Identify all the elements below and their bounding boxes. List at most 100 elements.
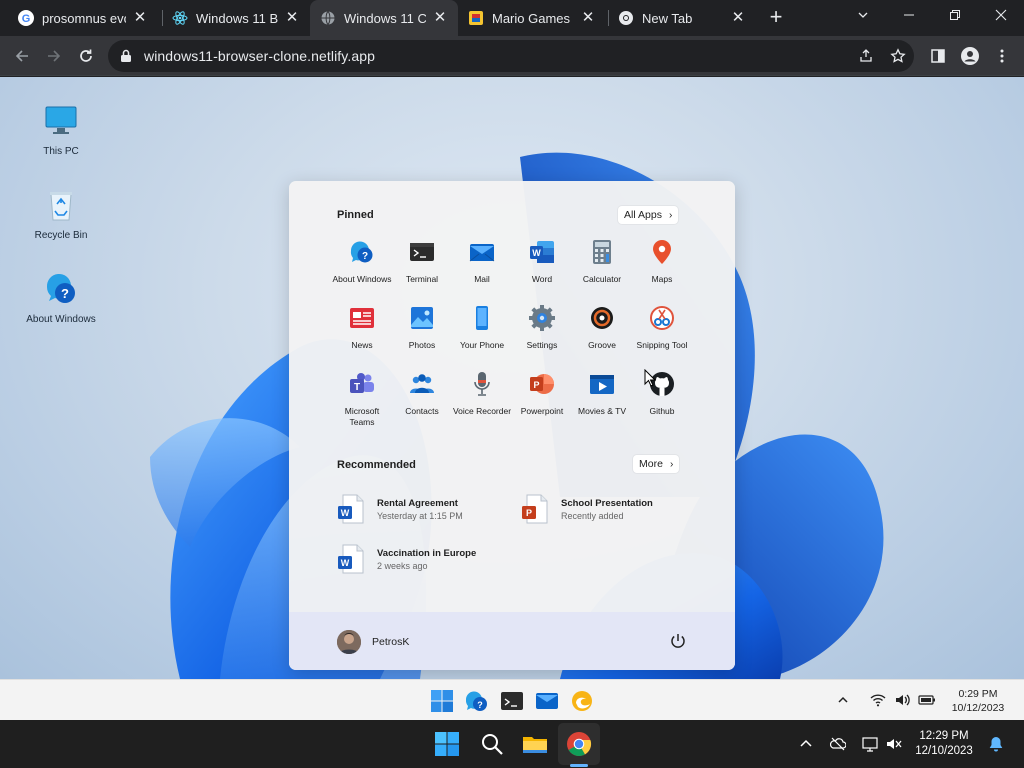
chevron-up-icon[interactable] (837, 694, 849, 706)
edge-icon[interactable] (570, 689, 594, 713)
close-icon[interactable]: ✕ (432, 10, 448, 26)
user-name[interactable]: PetrosK (372, 636, 409, 648)
user-photo-icon (337, 630, 361, 654)
tab-new-tab[interactable]: New Tab ✕ (608, 0, 756, 36)
file-explorer-icon[interactable] (522, 731, 548, 757)
new-tab-button[interactable]: + (764, 6, 788, 30)
recommended-sub: Recently added (561, 510, 624, 521)
profile-button[interactable] (956, 42, 984, 70)
terminal-icon[interactable] (500, 689, 524, 713)
app-label: Groove (588, 340, 616, 350)
minimize-button[interactable] (886, 0, 932, 30)
pinned-title: Pinned (337, 209, 374, 221)
power-icon[interactable] (669, 632, 687, 650)
pinned-app-movies-tv[interactable]: Movies & TV (572, 371, 632, 417)
pinned-app-about-windows[interactable]: ? About Windows (332, 239, 392, 285)
globe-icon (321, 11, 335, 25)
close-icon[interactable]: ✕ (132, 10, 148, 26)
windows-start-icon[interactable] (430, 689, 454, 713)
tab-title: New Tab (642, 10, 693, 26)
help-icon[interactable]: ? (465, 689, 489, 713)
close-icon[interactable]: ✕ (730, 10, 746, 26)
pinned-app-contacts[interactable]: Contacts (392, 371, 452, 417)
tab-title: Windows 11 Clo (344, 10, 426, 26)
news-icon (350, 308, 374, 328)
volume-icon[interactable] (894, 692, 910, 708)
pinned-app-your-phone[interactable]: Your Phone (452, 305, 512, 351)
svg-text:W: W (341, 558, 350, 568)
close-window-button[interactable] (978, 0, 1024, 30)
pinned-app-mail[interactable]: Mail (452, 239, 512, 285)
pinned-app-calculator[interactable]: Calculator (572, 239, 632, 285)
kebab-menu-icon (1000, 49, 1004, 63)
start-menu-footer: PetrosK (289, 612, 735, 670)
recommended-sub: Yesterday at 1:15 PM (377, 510, 463, 521)
os-clock[interactable]: 12:29 PM 12/10/2023 (912, 729, 976, 759)
display-icon[interactable] (862, 736, 878, 752)
star-icon[interactable] (890, 48, 906, 64)
onedrive-off-icon[interactable] (830, 736, 846, 752)
pinned-app-microsoft-teams[interactable]: T Microsoft Teams (332, 371, 392, 428)
close-icon[interactable]: ✕ (580, 10, 596, 26)
avatar[interactable] (337, 630, 361, 654)
close-icon[interactable]: ✕ (284, 10, 300, 26)
tab-windows11-browser[interactable]: Windows 11 Bro ✕ (162, 0, 310, 36)
pinned-app-terminal[interactable]: Terminal (392, 239, 452, 285)
tab-search-button[interactable] (840, 0, 886, 30)
recommended-item-vaccination[interactable]: W Vaccination in Europe 2 weeks ago (337, 544, 476, 574)
windows-start-icon[interactable] (434, 731, 460, 757)
tab-mario-games[interactable]: Mario Games | L ✕ (458, 0, 606, 36)
mail-icon[interactable] (535, 689, 559, 713)
pinned-app-news[interactable]: News (332, 305, 392, 351)
share-icon[interactable] (858, 48, 874, 64)
battery-icon[interactable] (918, 693, 936, 707)
svg-text:?: ? (477, 700, 483, 710)
pinned-app-settings[interactable]: Settings (512, 305, 572, 351)
app-label: Photos (408, 340, 436, 350)
google-icon: G (18, 10, 34, 26)
menu-button[interactable] (988, 42, 1016, 70)
all-apps-button[interactable]: All Apps › (618, 206, 679, 224)
os-date: 12/10/2023 (915, 745, 973, 757)
app-label: Powerpoint (520, 406, 564, 416)
desktop-icon-about-windows[interactable]: ? About Windows (26, 271, 96, 325)
recycle-bin-icon (50, 192, 72, 221)
search-icon[interactable] (479, 731, 505, 757)
recommended-item-school-presentation[interactable]: P School Presentation Recently added (521, 494, 653, 524)
pinned-app-maps[interactable]: Maps (632, 239, 692, 285)
pinned-app-voice-recorder[interactable]: Voice Recorder (452, 371, 512, 417)
app-label: Terminal (405, 274, 439, 284)
app-label: News (351, 340, 373, 350)
pinned-app-word[interactable]: W Word (512, 239, 572, 285)
wifi-icon[interactable] (870, 692, 886, 708)
forward-button[interactable] (40, 42, 68, 70)
restore-icon (950, 10, 960, 20)
desktop-icon-label: This PC (43, 146, 79, 157)
back-button[interactable] (8, 42, 36, 70)
chevron-up-icon[interactable] (798, 736, 814, 752)
pinned-app-snipping-tool[interactable]: Snipping Tool (632, 305, 692, 351)
svg-text:T: T (354, 382, 360, 393)
recommended-item-rental-agreement[interactable]: W Rental Agreement Yesterday at 1:15 PM (337, 494, 463, 524)
pinned-app-photos[interactable]: Photos (392, 305, 452, 351)
reload-button[interactable] (72, 42, 100, 70)
pinned-app-groove[interactable]: Groove (572, 305, 632, 351)
recommended-name: Rental Agreement (377, 497, 458, 509)
tab-prosomnus[interactable]: G prosomnus evo ✕ (8, 0, 158, 36)
desktop-icon-label: About Windows (26, 314, 96, 325)
app-label: Voice Recorder (452, 406, 512, 416)
more-button[interactable]: More › (633, 455, 680, 473)
address-bar[interactable]: windows11-browser-clone.netlify.app (108, 40, 914, 72)
bell-icon[interactable] (988, 736, 1004, 752)
desktop-icon-this-pc[interactable]: This PC (26, 103, 96, 157)
pinned-app-powerpoint[interactable]: P Powerpoint (512, 371, 572, 417)
restore-button[interactable] (932, 0, 978, 30)
tab-windows11-clone[interactable]: Windows 11 Clo ✕ (310, 0, 458, 36)
mute-icon[interactable] (886, 736, 902, 752)
chrome-icon[interactable] (566, 731, 592, 757)
page-clock[interactable]: 0:29 PM 10/12/2023 (946, 687, 1010, 715)
cursor-icon (644, 369, 656, 387)
desktop-icon-recycle-bin[interactable]: Recycle Bin (26, 187, 96, 241)
side-panel-button[interactable] (924, 42, 952, 70)
pinned-app-github[interactable]: Github (632, 371, 692, 417)
